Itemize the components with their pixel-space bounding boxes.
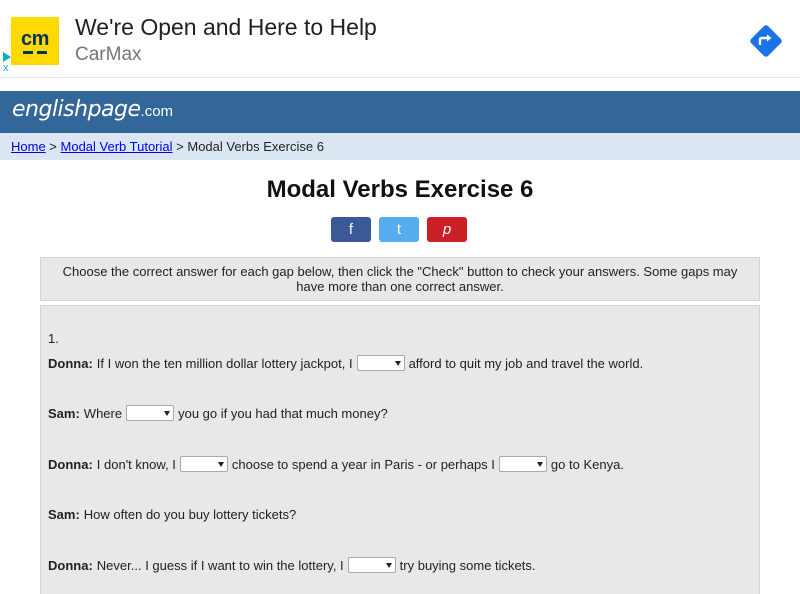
twitter-share-button[interactable]: t: [379, 217, 419, 242]
breadcrumb-separator: >: [45, 139, 61, 154]
exercise-panel: 1. Donna: If I won the ten million dolla…: [40, 305, 760, 594]
site-logo[interactable]: englishpage.com: [12, 97, 173, 122]
site-logo-main: englishpage: [12, 97, 141, 122]
adchoices-icon[interactable]: x: [1, 50, 13, 76]
page-title: Modal Verbs Exercise 6: [266, 176, 534, 203]
dropdown-caret-icon: [536, 461, 543, 467]
dialogue-text: try buying some tickets.: [399, 557, 536, 573]
dropdown-caret-icon: [394, 360, 401, 366]
dropdown-caret-icon: [385, 562, 392, 568]
dialogue-text: How often do you buy lottery tickets?: [83, 507, 297, 522]
dropdown-caret-icon: [217, 461, 224, 467]
question-number: 1.: [48, 331, 59, 346]
dialogue-line: Donna: Never... I guess if I want to win…: [48, 557, 535, 573]
ad-advertiser[interactable]: CarMax: [75, 44, 142, 66]
answer-dropdown[interactable]: [126, 405, 175, 421]
answer-dropdown[interactable]: [347, 557, 396, 573]
answer-dropdown[interactable]: [498, 456, 547, 472]
dialogue-text: afford to quit my job and travel the wor…: [408, 355, 644, 371]
dialogue-text: choose to spend a year in Paris - or per…: [231, 456, 495, 472]
instructions: Choose the correct answer for each gap b…: [40, 257, 760, 301]
speaker-label: Sam:: [48, 405, 80, 421]
ad-close-icon[interactable]: x: [3, 62, 9, 74]
dialogue-line: Sam: How often do you buy lottery ticket…: [48, 507, 296, 522]
ad-banner[interactable]: cm We're Open and Here to Help CarMax x: [0, 0, 800, 78]
directions-arrow-icon[interactable]: [748, 23, 784, 59]
carmax-logo-dashes: [23, 50, 47, 54]
speaker-label: Sam:: [48, 507, 80, 522]
dialogue-line: Sam: Where you go if you had that much m…: [48, 405, 388, 421]
dialogue-text: you go if you had that much money?: [178, 405, 388, 421]
dialogue-text: I don't know, I: [96, 456, 176, 472]
ad-title[interactable]: We're Open and Here to Help: [75, 14, 377, 41]
dialogue-text: go to Kenya.: [550, 456, 624, 472]
breadcrumb: Home > Modal Verb Tutorial > Modal Verbs…: [0, 133, 800, 160]
share-buttons: f t p: [331, 217, 467, 242]
dialogue-line: Donna: I don't know, I choose to spend a…: [48, 456, 624, 472]
dialogue-text: Where: [83, 405, 123, 421]
speaker-label: Donna:: [48, 456, 93, 472]
dropdown-caret-icon: [164, 410, 171, 416]
carmax-logo[interactable]: cm: [11, 17, 59, 65]
site-logo-tld: .com: [140, 103, 174, 120]
adchoices-play-icon: [3, 52, 11, 62]
answer-dropdown[interactable]: [179, 456, 228, 472]
speaker-label: Donna:: [48, 355, 93, 371]
breadcrumb-current: Modal Verbs Exercise 6: [187, 139, 324, 154]
breadcrumb-separator: >: [172, 139, 188, 154]
breadcrumb-home-link[interactable]: Home: [11, 139, 46, 154]
speaker-label: Donna:: [48, 557, 93, 573]
dialogue-line: Donna: If I won the ten million dollar l…: [48, 355, 643, 371]
site-header: englishpage.com: [0, 91, 800, 133]
carmax-logo-text: cm: [21, 27, 49, 50]
answer-dropdown[interactable]: [356, 355, 405, 371]
dialogue-text: If I won the ten million dollar lottery …: [96, 355, 353, 371]
breadcrumb-tutorial-link[interactable]: Modal Verb Tutorial: [61, 139, 173, 154]
facebook-share-button[interactable]: f: [331, 217, 371, 242]
pinterest-share-button[interactable]: p: [427, 217, 467, 242]
dialogue-text: Never... I guess if I want to win the lo…: [96, 557, 344, 573]
